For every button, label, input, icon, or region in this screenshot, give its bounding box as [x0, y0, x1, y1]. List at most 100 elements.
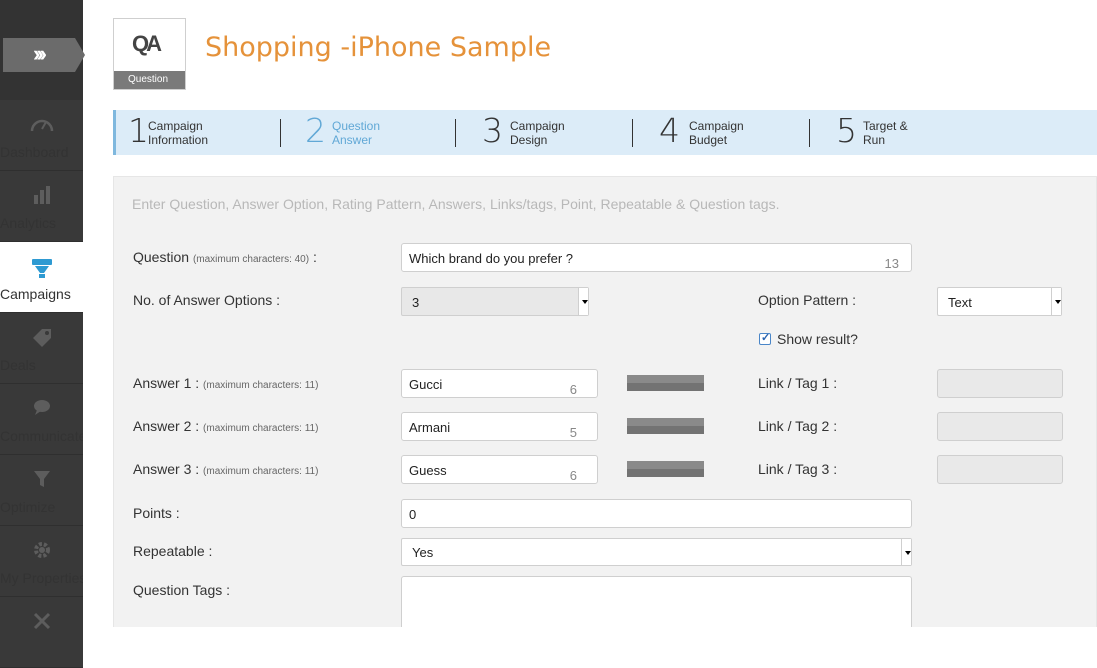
points-value: 0 [409, 507, 417, 522]
sidebar-item-label: Communicate [0, 428, 83, 444]
answer-2-value: Armani [409, 420, 451, 435]
question-input[interactable]: Which brand do you prefer ? 13 [401, 243, 912, 272]
link-tag-1-label: Link / Tag 1 : [758, 375, 838, 391]
answer-3-char-count: 6 [569, 468, 577, 483]
gear-icon [0, 526, 83, 570]
step-label-line2: Design [510, 133, 548, 147]
answer-3-value: Guess [409, 463, 447, 478]
answer-1-char-count: 6 [569, 382, 577, 397]
sidebar-item-label: Analytics [0, 215, 57, 231]
chat-bubble-icon [0, 384, 83, 428]
answer-3-label-text: Answer 3 : [133, 461, 200, 477]
step-divider [632, 119, 633, 147]
form-hint: Enter Question, Answer Option, Rating Pa… [132, 196, 780, 212]
step-label-line2: Run [863, 133, 886, 147]
step-number: 1 [128, 111, 149, 150]
repeatable-label: Repeatable : [133, 543, 213, 559]
answer-3-label: Answer 3 : (maximum characters: 11) [133, 461, 318, 477]
sidebar-item-communicate[interactable]: Communicate [0, 384, 83, 455]
sidebar-item-campaigns[interactable]: Campaigns [0, 242, 83, 313]
question-label-suffix: : [309, 249, 317, 265]
answer-2-input[interactable]: Armani 5 [401, 412, 598, 441]
tag-icon [0, 313, 83, 357]
answer-3-char-limit: (maximum characters: 11) [203, 466, 319, 477]
answer-2-label: Answer 2 : (maximum characters: 11) [133, 418, 318, 434]
option-pattern-value: Text [948, 295, 972, 310]
option-pattern-label: Option Pattern : [758, 292, 857, 308]
sidebar-item-deals[interactable]: Deals [0, 313, 83, 384]
question-tags-label: Question Tags : [133, 582, 231, 598]
step-label-line1: Target & [863, 119, 908, 133]
show-result-checkbox[interactable] [759, 331, 771, 345]
sidebar-item-label: My Properties [0, 570, 83, 586]
sidebar-item-analytics[interactable]: Analytics [0, 171, 83, 242]
sidebar-item-label: Deals [0, 357, 36, 373]
answer-3-result-bar [627, 461, 704, 477]
bar-chart-icon [0, 171, 83, 215]
answer-options-select[interactable]: 3 [401, 287, 589, 316]
funnel-icon [0, 455, 83, 499]
sidebar-nav: Dashboard Analytics Campaigns Deals Comm… [0, 100, 83, 668]
step-number: 2 [305, 111, 326, 150]
chevron-down-icon [1051, 288, 1061, 315]
step-number: 4 [659, 111, 680, 150]
step-label-line2: Information [148, 133, 209, 147]
step-number: 3 [482, 111, 503, 150]
chevron-down-icon [578, 288, 588, 315]
step-number: 5 [836, 111, 857, 150]
double-chevron-right-icon: ››› [33, 41, 47, 66]
tools-icon [0, 597, 83, 641]
wizard-steps: 1 Campaign Information 2 Question Answer 3… [113, 110, 1097, 155]
sidebar-item-optimize[interactable]: Optimize [0, 455, 83, 526]
sidebar-expand-button[interactable]: ››› [3, 38, 85, 72]
answer-2-label-text: Answer 2 : [133, 418, 200, 434]
points-input[interactable]: 0 [401, 499, 912, 528]
answer-1-input[interactable]: Gucci 6 [401, 369, 598, 398]
sidebar-item-dashboard[interactable]: Dashboard [0, 100, 83, 171]
step-label-line2: Budget [689, 133, 728, 147]
link-tag-3-input[interactable] [937, 455, 1063, 484]
question-char-limit: (maximum characters: 40) [192, 254, 310, 265]
sidebar-item-label: Dashboard [0, 144, 69, 160]
answer-1-value: Gucci [409, 377, 443, 392]
step-divider [455, 119, 456, 147]
repeatable-value: Yes [412, 545, 434, 560]
badge-label: Question [114, 71, 185, 89]
sidebar-item-label: Optimize [0, 499, 56, 515]
answer-3-input[interactable]: Guess 6 [401, 455, 598, 484]
option-pattern-select[interactable]: Text [937, 287, 1062, 316]
answer-options-label: No. of Answer Options : [133, 292, 281, 308]
link-tag-2-input[interactable] [937, 412, 1063, 441]
answer-1-result-bar [627, 375, 704, 391]
answer-options-value: 3 [412, 295, 420, 310]
answer-1-char-limit: (maximum characters: 11) [203, 380, 319, 391]
step-divider [280, 119, 281, 147]
speedometer-icon [0, 100, 83, 144]
sidebar-item-my-properties[interactable]: My Properties [0, 526, 83, 597]
answer-1-label-text: Answer 1 : [133, 375, 200, 391]
answer-2-char-limit: (maximum characters: 11) [203, 423, 319, 434]
question-label: Question (maximum characters: 40) : [133, 249, 317, 265]
question-char-count: 13 [884, 256, 899, 271]
link-tag-1-input[interactable] [937, 369, 1063, 398]
campaign-icon [0, 242, 83, 286]
show-result-label: Show result? [777, 331, 858, 347]
question-type-badge: QA Question [113, 18, 186, 90]
answer-2-char-count: 5 [569, 425, 577, 440]
sidebar: ››› Dashboard Analytics Campaigns Deals [0, 0, 85, 668]
page-title: Shopping -iPhone Sample [205, 32, 552, 63]
answer-2-result-bar [627, 418, 704, 434]
step-divider [809, 119, 810, 147]
step-label-line1: Campaign [510, 119, 565, 133]
link-tag-3-label: Link / Tag 3 : [758, 461, 838, 477]
step-label-line1: Campaign [148, 119, 203, 133]
sidebar-item-label: Campaigns [0, 286, 71, 302]
sidebar-item-tools[interactable] [0, 597, 83, 668]
points-label: Points : [133, 505, 180, 521]
qa-icon: QA [132, 31, 162, 56]
question-label-text: Question [133, 249, 190, 265]
question-tags-textarea[interactable] [401, 576, 912, 627]
chevron-down-icon [901, 539, 911, 565]
link-tag-2-label: Link / Tag 2 : [758, 418, 838, 434]
repeatable-select[interactable]: Yes [401, 538, 912, 566]
